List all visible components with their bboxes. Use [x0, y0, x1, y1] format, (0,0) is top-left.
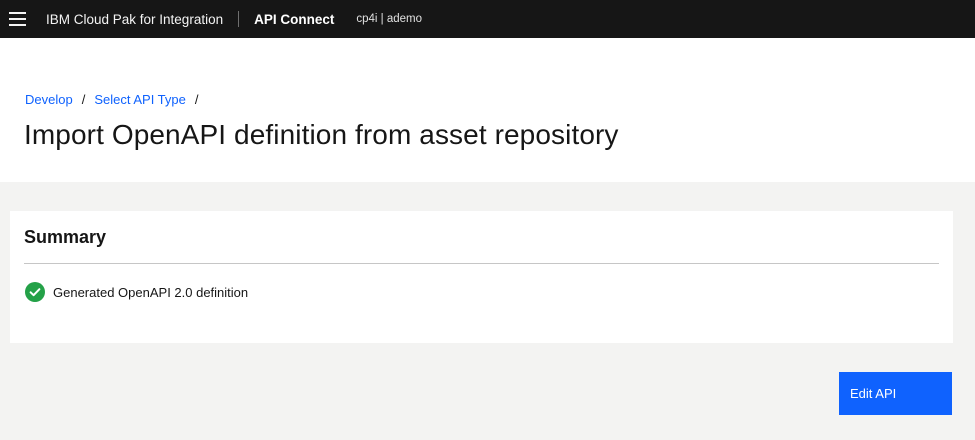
summary-divider: [24, 263, 939, 264]
breadcrumb: Develop / Select API Type /: [25, 92, 208, 107]
summary-card: Summary Generated OpenAPI 2.0 definition: [10, 211, 953, 343]
summary-title: Summary: [24, 227, 107, 247]
product-name[interactable]: API Connect: [254, 12, 334, 27]
header-divider: [238, 11, 240, 27]
top-navigation-bar: IBM Cloud Pak for Integration API Connec…: [0, 0, 975, 38]
checkmark-filled-icon: [25, 282, 45, 302]
breadcrumb-link-develop[interactable]: Develop: [25, 92, 73, 107]
page-title: Import OpenAPI definition from asset rep…: [24, 119, 619, 150]
summary-item: Generated OpenAPI 2.0 definition: [25, 282, 248, 302]
summary-item-text: Generated OpenAPI 2.0 definition: [53, 284, 249, 300]
edit-api-button[interactable]: Edit API: [839, 372, 952, 415]
hamburger-menu-icon[interactable]: [0, 0, 34, 38]
breadcrumb-separator: /: [194, 92, 199, 107]
page-header: Develop / Select API Type / Import OpenA…: [0, 38, 975, 182]
platform-name[interactable]: IBM Cloud Pak for Integration: [46, 12, 223, 27]
instance-context: cp4i | ademo: [356, 13, 422, 25]
breadcrumb-separator: /: [81, 92, 86, 107]
breadcrumb-link-select-api-type[interactable]: Select API Type: [94, 92, 186, 107]
